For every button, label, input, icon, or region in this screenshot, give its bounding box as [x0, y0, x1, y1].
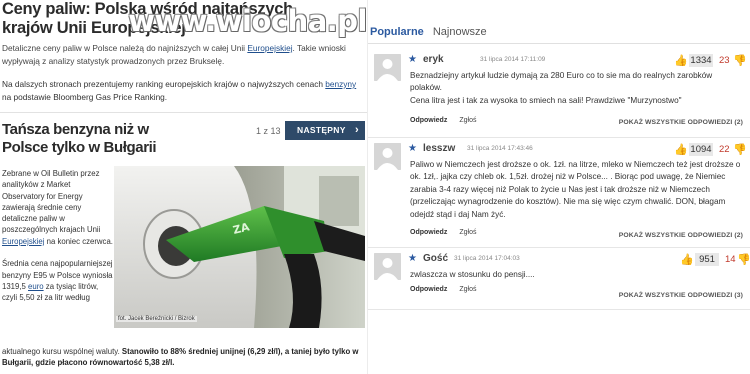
comment-date: 31 lipca 2014 17:04:03 — [454, 255, 520, 262]
thumb-up-icon[interactable]: 👍 — [674, 143, 688, 156]
comment-body: Beznadziejny artykuł ludzie dymają za 28… — [410, 71, 713, 105]
downvote-count: 22 — [719, 144, 730, 155]
lead-link-europejskiej[interactable]: Europejskiej — [247, 43, 292, 53]
downvote-count: 14 — [725, 254, 736, 265]
gallery-pager: 1 z 13 — [256, 126, 281, 136]
upvote-count: 1094 — [689, 143, 713, 156]
gallery-link-euro[interactable]: euro — [28, 282, 44, 291]
comment-date: 31 lipca 2014 17:43:46 — [467, 145, 533, 152]
thumb-down-icon[interactable]: 👎 — [737, 253, 750, 266]
avatar — [374, 54, 401, 81]
gallery-text: Zebrane w Oil Bulletin przez analityków … — [2, 168, 114, 304]
article-lead: Detaliczne ceny paliw w Polsce należą do… — [2, 42, 354, 67]
comment-header: ★ lesszw 31 lipca 2014 17:43:46 👍 1094 2… — [408, 143, 747, 157]
star-icon: ★ — [408, 253, 417, 264]
chevron-right-icon: › — [355, 124, 359, 136]
upvote-count: 1334 — [689, 54, 713, 67]
thumb-up-icon[interactable]: 👍 — [674, 54, 688, 67]
tabs-underline — [368, 43, 750, 44]
report-link[interactable]: Zgłoś — [459, 117, 476, 124]
lead2-text-1: Na dalszych stronach prezentujemy rankin… — [2, 79, 326, 89]
star-icon: ★ — [408, 143, 417, 154]
show-all-replies-link[interactable]: POKAŻ WSZYSTKIE ODPOWIEDZI (3) — [619, 292, 743, 299]
thumb-down-icon[interactable]: 👎 — [733, 54, 747, 67]
comment-separator — [368, 247, 750, 248]
star-icon: ★ — [408, 54, 417, 65]
article-bottom-text: aktualnego kursu wspólnej waluty. Stanow… — [2, 346, 362, 369]
comment-separator — [368, 309, 750, 310]
comment-author[interactable]: lesszw — [423, 143, 455, 154]
comment-tabs: Popularne Najnowsze — [370, 26, 493, 38]
replies-count: (2) — [734, 119, 743, 126]
comment-header: ★ Gość 31 lipca 2014 17:04:03 👍 951 14 👎 — [408, 253, 750, 267]
show-all-replies-link[interactable]: POKAŻ WSZYSTKIE ODPOWIEDZI (2) — [619, 119, 743, 126]
lead-text-1: Detaliczne ceny paliw w Polsce należą do… — [2, 43, 248, 53]
reply-link[interactable]: Odpowiedz — [410, 229, 447, 236]
comment-separator — [368, 137, 750, 138]
replies-count: (3) — [734, 292, 743, 299]
comment-actions: Odpowiedz Zgłoś — [410, 229, 488, 236]
gallery-title: Tańsza benzyna niż w Polsce tylko w Bułg… — [2, 121, 157, 156]
downvote-count: 23 — [719, 55, 730, 66]
show-all-label: POKAŻ WSZYSTKIE ODPOWIEDZI — [618, 292, 733, 299]
gallery-text-1: Zebrane w Oil Bulletin przez analityków … — [2, 169, 101, 235]
comments-panel: Popularne Najnowsze ★ eryk 31 lipca 2014… — [367, 0, 750, 374]
comment-actions: Odpowiedz Zgłoś — [410, 117, 488, 124]
comment-body: zwlaszcza w stosunku do pensji.... — [410, 270, 535, 279]
thumb-down-icon[interactable]: 👎 — [733, 143, 747, 156]
bottom-text-plain: aktualnego kursu wspólnej waluty. — [2, 347, 122, 356]
article-lead-2: Na dalszych stronach prezentujemy rankin… — [2, 78, 364, 103]
gallery-link-europejskiej[interactable]: Europejskiej — [2, 237, 44, 246]
reply-link[interactable]: Odpowiedz — [410, 117, 447, 124]
comment-item: ★ lesszw 31 lipca 2014 17:43:46 👍 1094 2… — [372, 139, 747, 249]
comment-item: ★ eryk 31 lipca 2014 17:11:09 👍 1334 23 … — [372, 50, 747, 140]
comment-date: 31 lipca 2014 17:11:09 — [480, 56, 546, 63]
replies-count: (2) — [734, 232, 743, 239]
tab-popular[interactable]: Popularne — [370, 26, 424, 38]
tab-newest[interactable]: Najnowsze — [433, 26, 487, 38]
photo-credit: fot. Jacek Bereźnicki / Bizrok — [116, 316, 197, 322]
report-link[interactable]: Zgłoś — [459, 229, 476, 236]
avatar — [374, 253, 401, 280]
fuel-nozzle-photo: ZA — [114, 166, 365, 328]
show-all-replies-link[interactable]: POKAŻ WSZYSTKIE ODPOWIEDZI (2) — [619, 232, 743, 239]
article-panel: Ceny paliw: Polska wśród najtańszych kra… — [0, 0, 367, 374]
comment-header: ★ eryk 31 lipca 2014 17:11:09 👍 1334 23 … — [408, 54, 747, 68]
avatar — [374, 143, 401, 170]
comment-actions: Odpowiedz Zgłoś — [410, 286, 488, 293]
fuel-nozzle-illustration: ZA — [114, 166, 365, 328]
next-button-label: NASTĘPNY — [297, 125, 346, 135]
section-divider — [0, 112, 367, 113]
lead2-link-benzyny[interactable]: benzyny — [325, 79, 356, 89]
gallery-text-2: na koniec czerwca. — [44, 236, 113, 246]
comment-author[interactable]: eryk — [423, 54, 444, 65]
comment-body: Paliwo w Niemczech jest droższe o ok. 1z… — [410, 160, 741, 219]
show-all-label: POKAŻ WSZYSTKIE ODPOWIEDZI — [618, 119, 733, 126]
reply-link[interactable]: Odpowiedz — [410, 286, 447, 293]
comment-item: ★ Gość 31 lipca 2014 17:04:03 👍 951 14 👎… — [372, 249, 750, 309]
next-button[interactable]: NASTĘPNY › — [285, 121, 365, 140]
comment-author[interactable]: Gość — [423, 253, 448, 264]
thumb-up-icon[interactable]: 👍 — [680, 253, 694, 266]
show-all-label: POKAŻ WSZYSTKIE ODPOWIEDZI — [618, 232, 733, 239]
watermark-logo: www.wiocha.pl — [128, 4, 367, 38]
upvote-count: 951 — [695, 253, 719, 266]
report-link[interactable]: Zgłoś — [459, 286, 476, 293]
lead2-text-2: na podstawie Bloomberg Gas Price Ranking… — [2, 91, 168, 102]
